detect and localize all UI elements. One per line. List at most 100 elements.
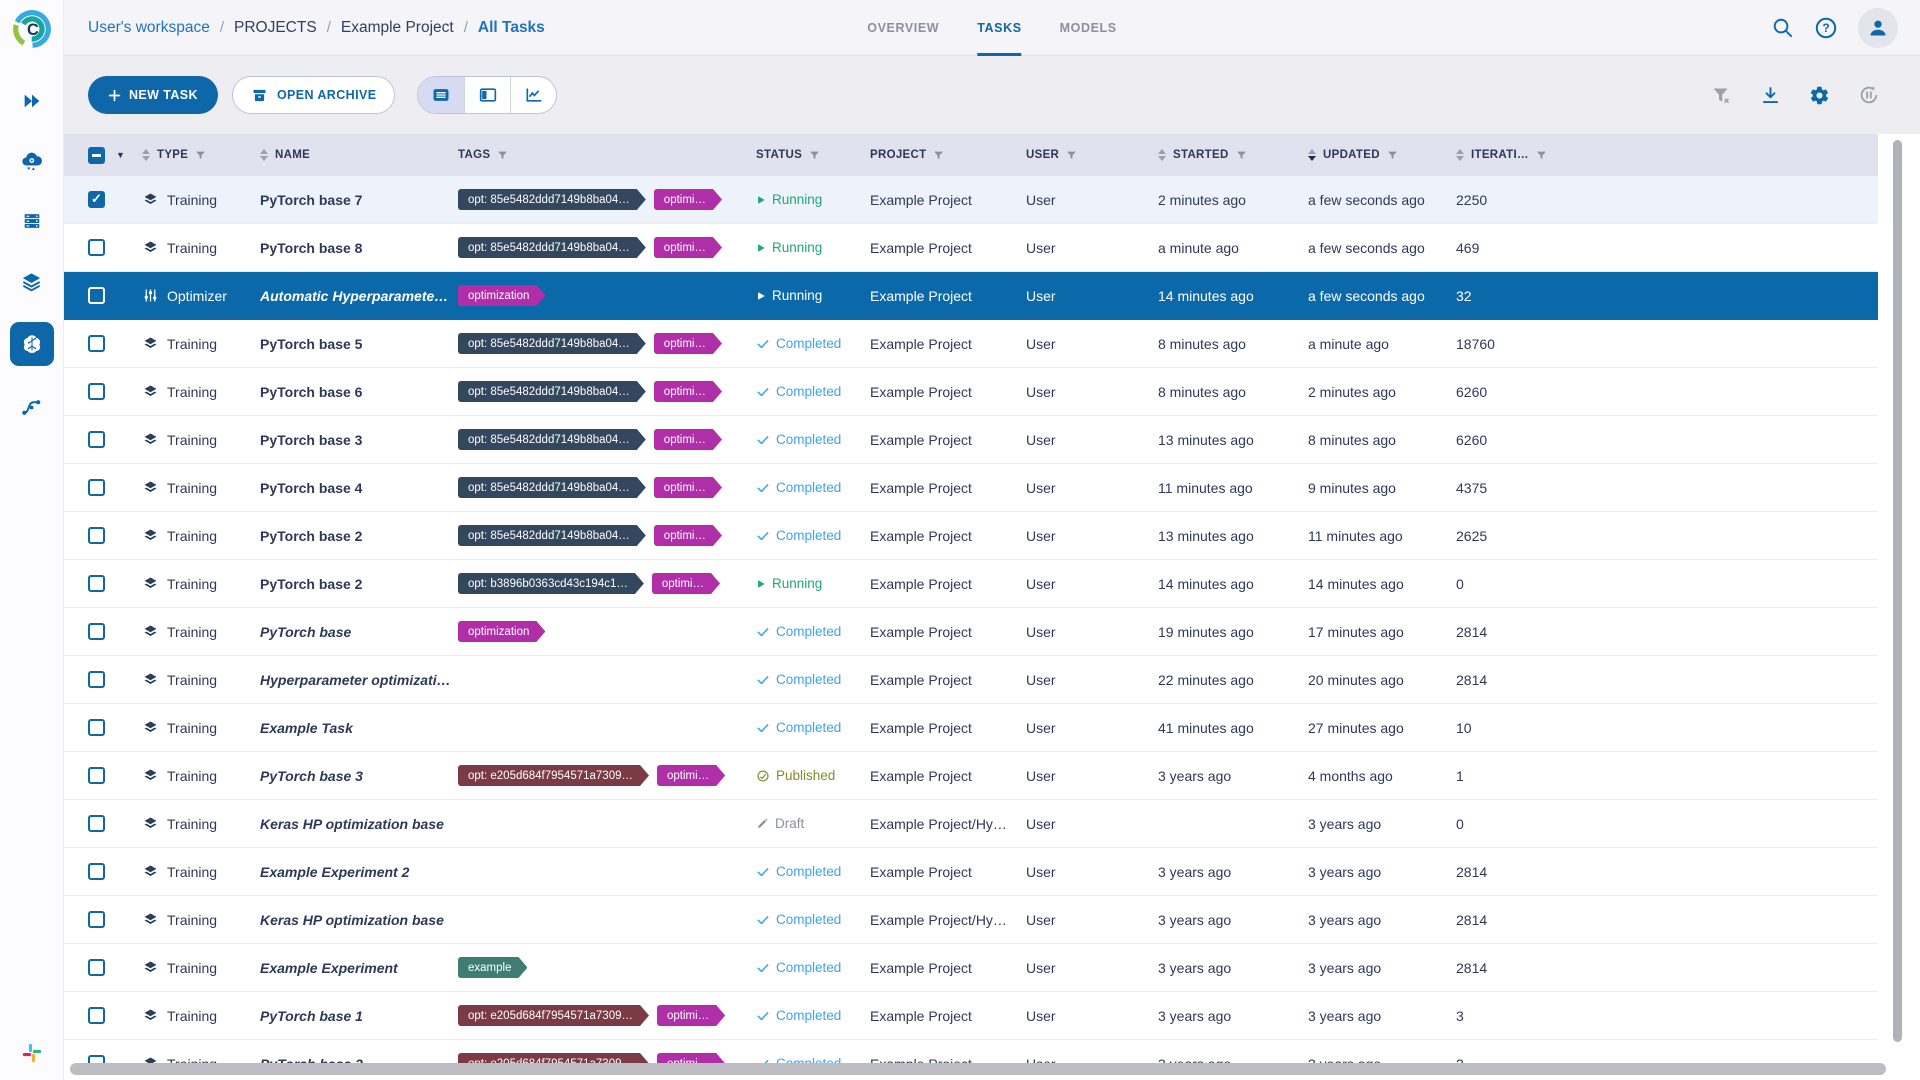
filter-icon[interactable]: [1536, 150, 1547, 161]
select-all-checkbox[interactable]: [88, 147, 105, 164]
task-row[interactable]: TrainingPyTorch base 2opt: b3896b0363cd4…: [64, 560, 1878, 608]
help-icon[interactable]: ?: [1814, 16, 1838, 40]
row-select-cell: [88, 863, 142, 880]
column-header-iteration[interactable]: ITERATI…: [1456, 149, 1878, 161]
column-header-tags[interactable]: TAGS: [458, 149, 756, 161]
completed-status-icon: [756, 529, 770, 543]
filter-icon[interactable]: [1236, 150, 1247, 161]
task-row[interactable]: OptimizerAutomatic Hyperparamete…optimiz…: [64, 272, 1878, 320]
status-label: Completed: [776, 720, 841, 735]
column-header-name[interactable]: NAME: [260, 149, 458, 161]
status-badge: Running: [756, 288, 822, 303]
row-checkbox[interactable]: [88, 959, 105, 976]
chart-view-toggle[interactable]: [510, 77, 556, 113]
row-checkbox[interactable]: [88, 623, 105, 640]
select-all-header[interactable]: ▼: [88, 147, 142, 164]
task-row[interactable]: TrainingPyTorch base 1opt: e205d684f7954…: [64, 992, 1878, 1040]
task-row[interactable]: TrainingKeras HP optimization baseDraftE…: [64, 800, 1878, 848]
open-archive-button[interactable]: OPEN ARCHIVE: [232, 76, 396, 114]
sort-icon[interactable]: [260, 149, 268, 161]
profile-avatar[interactable]: [1858, 8, 1898, 48]
sort-icon[interactable]: [1308, 149, 1316, 161]
filter-icon[interactable]: [933, 150, 944, 161]
task-row[interactable]: TrainingExample ExperimentexampleComplet…: [64, 944, 1878, 992]
task-row[interactable]: TrainingKeras HP optimization baseComple…: [64, 896, 1878, 944]
chevron-down-icon[interactable]: ▼: [116, 150, 125, 160]
task-row[interactable]: TrainingPyTorch base 2opt: 85e5482ddd714…: [64, 512, 1878, 560]
row-checkbox[interactable]: [88, 863, 105, 880]
row-checkbox[interactable]: [88, 479, 105, 496]
task-row[interactable]: TrainingHyperparameter optimizati…Comple…: [64, 656, 1878, 704]
clear-filters-icon[interactable]: [1711, 85, 1732, 106]
tab-models[interactable]: MODELS: [1060, 0, 1117, 56]
started-cell: 3 years ago: [1158, 1008, 1308, 1024]
task-row[interactable]: TrainingPyTorch base 3opt: e205d684f7954…: [64, 752, 1878, 800]
task-row[interactable]: TrainingPyTorch base 6opt: 85e5482ddd714…: [64, 368, 1878, 416]
row-checkbox[interactable]: [88, 719, 105, 736]
row-checkbox[interactable]: [88, 239, 105, 256]
column-header-user[interactable]: USER: [1026, 149, 1158, 161]
task-row[interactable]: TrainingPyTorch baseoptimizationComplete…: [64, 608, 1878, 656]
row-checkbox[interactable]: [88, 335, 105, 352]
download-icon[interactable]: [1760, 85, 1781, 106]
auto-refresh-icon[interactable]: [1858, 84, 1880, 106]
sort-icon[interactable]: [142, 149, 150, 161]
new-task-button[interactable]: NEW TASK: [88, 76, 218, 114]
row-checkbox[interactable]: [88, 431, 105, 448]
search-icon[interactable]: [1771, 16, 1794, 39]
row-checkbox[interactable]: [88, 671, 105, 688]
horizontal-scrollbar[interactable]: [70, 1063, 1886, 1075]
workers-queues-icon[interactable]: [11, 202, 53, 240]
breadcrumb-item[interactable]: User's workspace: [88, 19, 210, 37]
projects-icon[interactable]: [10, 322, 54, 366]
tab-tasks[interactable]: TASKS: [977, 0, 1021, 56]
slack-icon[interactable]: [21, 1042, 43, 1064]
row-checkbox[interactable]: [88, 383, 105, 400]
breadcrumb-item[interactable]: PROJECTS: [234, 19, 317, 37]
type-label: Training: [167, 480, 217, 496]
completed-status-icon: [756, 721, 770, 735]
column-header-project[interactable]: PROJECT: [870, 149, 1026, 161]
row-checkbox[interactable]: [88, 527, 105, 544]
row-checkbox[interactable]: [88, 767, 105, 784]
filter-icon[interactable]: [497, 150, 508, 161]
sort-icon[interactable]: [1456, 149, 1464, 161]
table-header: ▼ TYPENAMETAGSSTATUSPROJECTUSERSTARTEDUPD…: [64, 134, 1878, 176]
expand-icon[interactable]: [11, 82, 53, 120]
task-row[interactable]: TrainingExample TaskCompletedExample Pro…: [64, 704, 1878, 752]
column-header-status[interactable]: STATUS: [756, 149, 870, 161]
split-view-toggle[interactable]: [464, 77, 510, 113]
settings-icon[interactable]: [1809, 85, 1830, 106]
filter-icon[interactable]: [1066, 150, 1077, 161]
vertical-scrollbar[interactable]: [1893, 140, 1902, 1042]
pipelines-icon[interactable]: [11, 388, 53, 426]
breadcrumb-item[interactable]: Example Project: [341, 19, 454, 37]
updated-cell: 2 minutes ago: [1308, 384, 1456, 400]
datasets-icon[interactable]: [11, 262, 53, 300]
row-checkbox[interactable]: [88, 815, 105, 832]
row-checkbox[interactable]: [88, 575, 105, 592]
column-header-updated[interactable]: UPDATED: [1308, 149, 1456, 161]
task-row[interactable]: TrainingExample Experiment 2CompletedExa…: [64, 848, 1878, 896]
task-row[interactable]: TrainingPyTorch base 7opt: 85e5482ddd714…: [64, 176, 1878, 224]
task-row[interactable]: TrainingPyTorch base 3opt: 85e5482ddd714…: [64, 416, 1878, 464]
list-view-toggle[interactable]: [418, 77, 464, 113]
task-row[interactable]: TrainingPyTorch base 8opt: 85e5482ddd714…: [64, 224, 1878, 272]
row-checkbox[interactable]: [88, 1007, 105, 1024]
column-header-started[interactable]: STARTED: [1158, 149, 1308, 161]
column-header-type[interactable]: TYPE: [142, 149, 260, 161]
clearml-logo[interactable]: C: [0, 0, 64, 58]
task-row[interactable]: TrainingPyTorch base 4opt: 85e5482ddd714…: [64, 464, 1878, 512]
filter-icon[interactable]: [1387, 150, 1398, 161]
filter-icon[interactable]: [809, 150, 820, 161]
cloud-gear-icon[interactable]: [11, 142, 53, 180]
type-cell: Training: [142, 239, 260, 256]
row-checkbox[interactable]: [88, 911, 105, 928]
row-checkbox[interactable]: [88, 191, 105, 208]
task-row[interactable]: TrainingPyTorch base 5opt: 85e5482ddd714…: [64, 320, 1878, 368]
row-checkbox[interactable]: [88, 287, 105, 304]
breadcrumb-item[interactable]: All Tasks: [478, 19, 545, 37]
filter-icon[interactable]: [195, 150, 206, 161]
sort-icon[interactable]: [1158, 149, 1166, 161]
tab-overview[interactable]: OVERVIEW: [867, 0, 939, 56]
